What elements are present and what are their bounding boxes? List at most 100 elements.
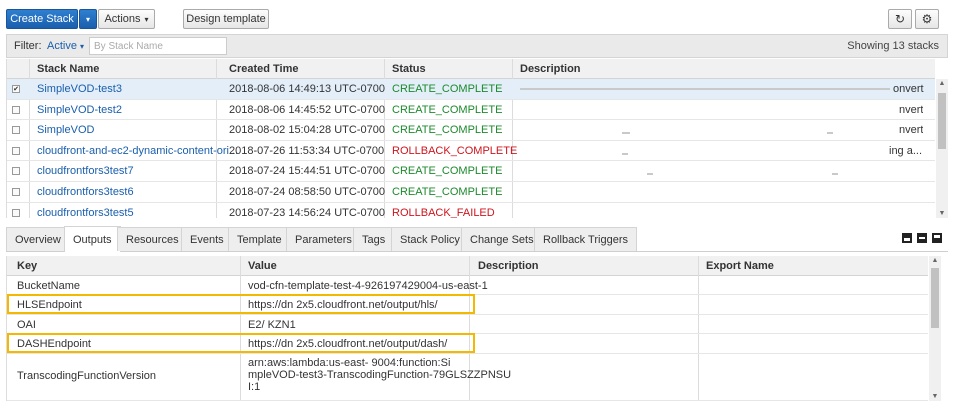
layout-split-panel-icon[interactable] [917,233,927,243]
stack-row[interactable]: cloudfrontfors3test7 2018-07-24 15:44:51… [7,161,935,182]
filter-status-value: Active [47,40,77,52]
create-stack-button[interactable]: Create Stack [6,9,78,29]
output-row: BucketName vod-cfn-template-test-4-92619… [7,276,928,295]
actions-label: Actions [104,13,141,25]
layout-bottom-panel-icon[interactable] [902,233,912,243]
scrollbar-thumb[interactable] [931,268,939,328]
status-text: CREATE_COMPLETE [392,165,503,178]
refresh-button[interactable]: ↻ [888,9,912,29]
column-header-created-time[interactable]: Created Time [229,63,299,75]
output-key: TranscodingFunctionVersion [17,370,157,382]
output-value-line: arn:aws:lambda:us-east- 9004:function:Si [248,357,451,369]
status-text: CREATE_COMPLETE [392,103,503,116]
refresh-icon: ↻ [894,12,906,26]
description-text: onvert [893,83,924,95]
stack-name-link[interactable]: cloudfrontfors3test6 [37,186,134,198]
column-header-export-name[interactable]: Export Name [706,260,774,272]
row-checkbox[interactable]: ✔ [12,85,20,93]
stack-count-text: Showing 13 stacks [847,40,939,52]
scroll-down-icon[interactable]: ▼ [929,393,941,400]
create-stack-dropdown-button[interactable]: ▾ [79,9,97,29]
scrollbar-thumb[interactable] [938,93,946,149]
created-time: 2018-08-02 15:04:28 UTC-0700 [229,124,385,137]
stack-name-link[interactable]: SimpleVOD-test3 [37,83,122,95]
redacted-description [520,88,890,90]
tab-stack-policy[interactable]: Stack Policy [391,227,469,251]
description-text: ing a... [889,144,923,157]
column-header-description[interactable]: Description [478,260,539,272]
output-value: vod-cfn-template-test-4-926197429004-us-… [248,280,488,292]
tab-rollback-triggers[interactable]: Rollback Triggers [534,227,637,251]
tab-tags[interactable]: Tags [353,227,395,251]
column-header-status[interactable]: Status [392,63,426,75]
status-text: CREATE_COMPLETE [392,186,503,198]
tab-resources[interactable]: Resources [117,227,188,251]
stack-name-link[interactable]: cloudfront-and-ec2-dynamic-content-ori..… [37,145,238,157]
tab-overview[interactable]: Overview [6,227,70,251]
column-header-key[interactable]: Key [17,260,37,272]
outputs-scrollbar[interactable]: ▲ ▼ [929,256,941,401]
created-time: 2018-07-24 08:58:50 UTC-0700 [229,186,385,198]
tab-change-sets[interactable]: Change Sets [461,227,543,251]
column-header-value[interactable]: Value [248,260,277,272]
column-header-stack-name[interactable]: Stack Name [37,63,99,75]
description-text: nvert [899,103,924,116]
stack-row[interactable]: cloudfront-and-ec2-dynamic-content-ori..… [7,141,935,162]
status-text: ROLLBACK_FAILED [392,206,495,218]
scroll-up-icon[interactable]: ▲ [936,80,948,87]
design-template-label: Design template [186,13,266,25]
gear-icon: ⚙ [921,12,933,26]
description-text: nvert [899,124,924,137]
stacks-table-header: Stack Name Created Time Status Descripti… [7,59,935,79]
tab-template[interactable]: Template [228,227,291,251]
stack-row[interactable]: SimpleVOD-test2 2018-08-06 14:45:52 UTC-… [7,100,935,121]
scroll-down-icon[interactable]: ▼ [936,210,948,217]
stack-name-link[interactable]: cloudfrontfors3test5 [37,207,134,218]
status-text: CREATE_COMPLETE [392,83,503,95]
output-key: OAI [17,319,36,331]
row-checkbox[interactable] [12,188,20,196]
scroll-up-icon[interactable]: ▲ [929,257,941,264]
settings-button[interactable]: ⚙ [915,9,939,29]
output-key: BucketName [17,280,80,292]
stack-row[interactable]: cloudfrontfors3test5 2018-07-23 14:56:24… [7,203,935,218]
stack-name-link[interactable]: SimpleVOD-test2 [37,104,122,116]
filter-bar: Filter: Active ▾ Showing 13 stacks [6,34,948,58]
design-template-button[interactable]: Design template [183,9,269,29]
stack-row[interactable]: ✔ SimpleVOD-test3 2018-08-06 14:49:13 UT… [7,79,935,100]
stacks-scrollbar[interactable]: ▲ ▼ [936,79,948,218]
filter-status-dropdown[interactable]: Active ▾ [47,40,84,52]
create-stack-label: Create Stack [10,13,74,25]
tab-outputs[interactable]: Outputs [64,226,121,252]
actions-button[interactable]: Actions ▾ [98,9,155,29]
row-checkbox[interactable] [12,105,20,114]
stack-row[interactable]: SimpleVOD 2018-08-02 15:04:28 UTC-0700 C… [7,120,935,141]
row-checkbox[interactable] [12,167,20,176]
row-checkbox[interactable] [12,146,20,155]
tab-parameters[interactable]: Parameters [286,227,361,251]
stack-row[interactable]: cloudfrontfors3test6 2018-07-24 08:58:50… [7,182,935,203]
tab-events[interactable]: Events [181,227,233,251]
output-value-line: I:1 [248,381,261,393]
outputs-table: Key Value Description Export Name Bucket… [6,256,928,401]
created-time: 2018-07-24 15:44:51 UTC-0700 [229,165,385,178]
output-row: TranscodingFunctionVersion arn:aws:lambd… [7,354,928,401]
detail-tabs: Overview Outputs Resources Events Templa… [6,225,948,252]
output-value: E2/ KZN1 [248,319,296,331]
created-time: 2018-07-26 11:53:34 UTC-0700 [229,144,385,157]
chevron-down-icon: ▾ [80,42,85,51]
row-checkbox[interactable] [12,208,20,217]
output-row: OAI E2/ KZN1 [7,315,928,334]
layout-top-panel-icon[interactable] [932,233,942,243]
created-time: 2018-08-06 14:49:13 UTC-0700 [229,83,385,95]
status-text: ROLLBACK_COMPLETE [392,144,518,157]
stack-name-link[interactable]: cloudfrontfors3test7 [37,165,134,177]
column-header-description[interactable]: Description [520,63,581,75]
row-checkbox[interactable] [12,126,20,135]
outputs-table-header: Key Value Description Export Name [7,256,928,276]
created-time: 2018-07-23 14:56:24 UTC-0700 [229,206,385,218]
hls-endpoint-highlight [7,294,475,314]
stack-name-link[interactable]: SimpleVOD [37,124,94,136]
status-text: CREATE_COMPLETE [392,124,503,137]
stack-name-filter-input[interactable] [89,37,227,55]
